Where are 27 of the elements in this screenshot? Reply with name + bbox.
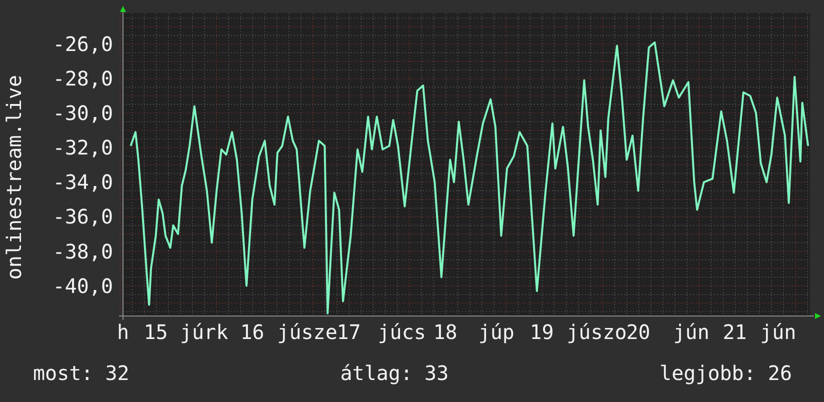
y-tick-label: -32,0: [52, 136, 113, 160]
y-tick-label: -30,0: [52, 101, 113, 126]
x-tick-label: 15: [144, 320, 168, 344]
y-tick-label: -28,0: [52, 66, 113, 91]
y-tick-label: -40,0: [52, 274, 113, 298]
y-tick-label: -36,0: [52, 204, 113, 229]
x-tick-label: jún: [673, 320, 710, 344]
x-tick-label: 18: [433, 320, 458, 344]
x-tick-label: 19: [530, 320, 554, 344]
y-tick-label: -38,0: [52, 239, 113, 264]
x-tick-label: 17: [336, 320, 361, 344]
x-tick-label: 16: [240, 320, 264, 344]
axis-title: onlinestream.live: [2, 75, 26, 280]
x-tick-label: 21: [722, 320, 747, 344]
x-tick-label: jún: [760, 320, 796, 344]
y-tick-label: -26,0: [52, 32, 113, 56]
x-tick-label: júrk: [180, 320, 228, 344]
stat-text: legjobb: 26: [660, 360, 792, 387]
stat-text: most: 32: [33, 360, 130, 387]
x-tick-label: júp: [478, 320, 514, 344]
x-tick-label: h: [116, 320, 130, 344]
x-tick-label: júszo: [566, 320, 627, 344]
y-tick-label: -34,0: [52, 170, 113, 194]
stat-text: átlag: 33: [340, 360, 449, 387]
x-tick-label: 20: [626, 320, 650, 344]
x-tick-label: júsze: [277, 320, 338, 344]
x-tick-label: júcs: [378, 320, 426, 344]
